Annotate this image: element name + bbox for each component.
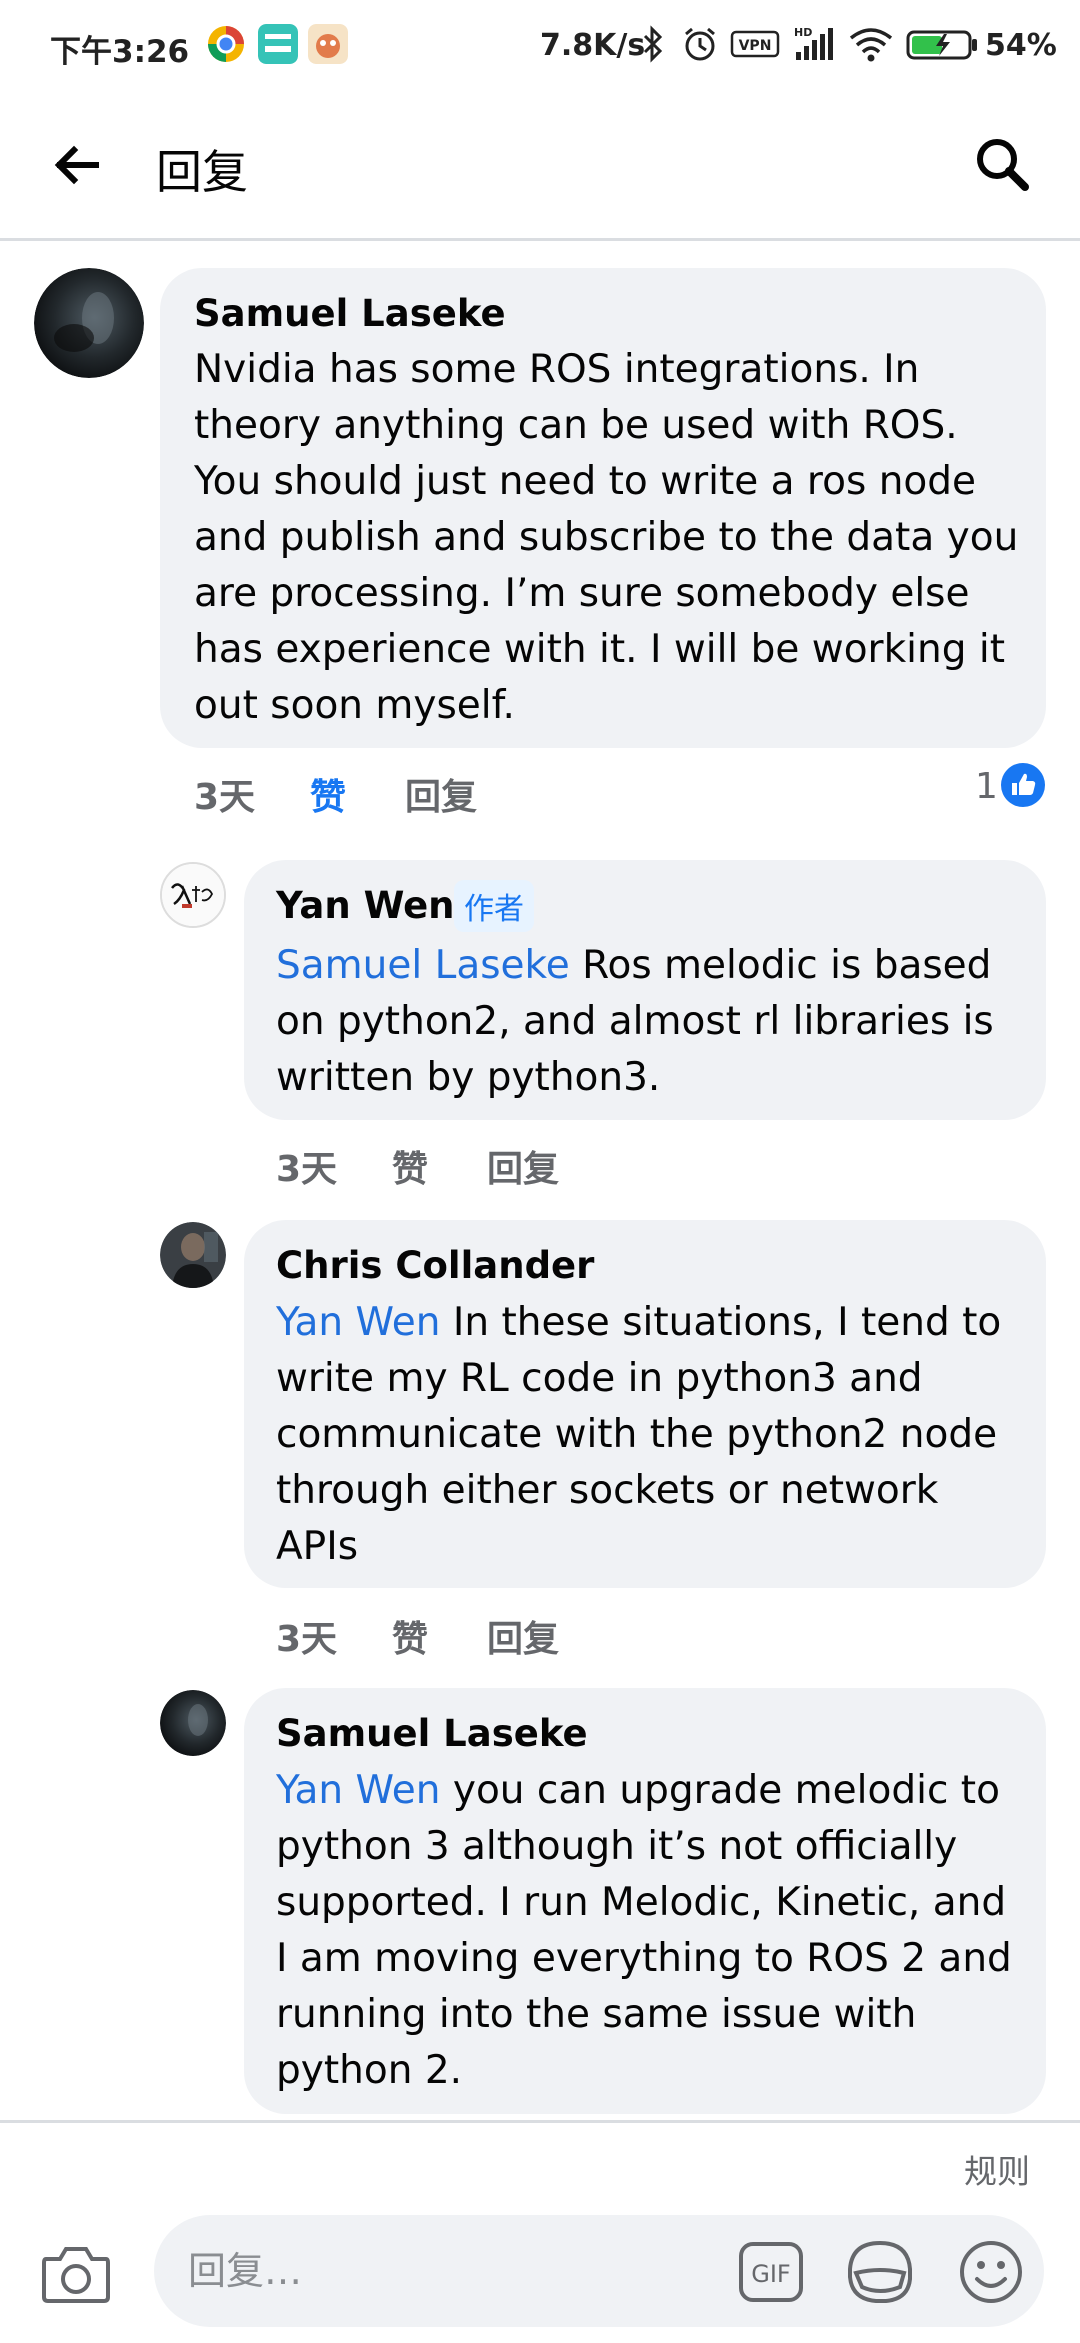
battery-icon <box>906 30 977 60</box>
like-button[interactable]: 赞 <box>392 1140 428 1192</box>
signal-icon: HD <box>794 26 833 60</box>
author-badge: 作者 <box>454 880 534 932</box>
sticker-icon[interactable] <box>846 2239 914 2305</box>
status-bar: 下午3:26 7.8K/s VPN HD 54% <box>0 0 1080 92</box>
comment-text: Yan Wen In these situations, I tend to w… <box>276 1295 1026 1575</box>
gif-icon[interactable]: GIF <box>738 2241 804 2303</box>
camera-icon[interactable] <box>40 2241 112 2305</box>
avatar[interactable] <box>160 862 226 928</box>
back-arrow-icon[interactable] <box>52 140 102 190</box>
reply-button[interactable]: 回复 <box>405 768 477 820</box>
browser-app-icon <box>208 26 244 62</box>
comment-author[interactable]: Chris Collander <box>276 1244 594 1287</box>
comment-time: 3天 <box>194 777 256 818</box>
mention-link[interactable]: Yan Wen <box>276 1768 440 1813</box>
avatar[interactable] <box>160 1690 226 1756</box>
game-app-icon <box>308 24 348 64</box>
comment-time: 3天 <box>276 1149 338 1190</box>
comment-text: Nvidia has some ROS integrations. In the… <box>194 347 1019 728</box>
like-button[interactable]: 赞 <box>310 768 346 820</box>
svg-text:VPN: VPN <box>739 38 772 54</box>
page-title: 回复 <box>156 145 248 199</box>
comment-author[interactable]: Samuel Laseke <box>276 1712 588 1755</box>
network-speed: 7.8K/s <box>540 28 646 63</box>
avatar-image <box>162 864 224 926</box>
comment-text: Samuel Laseke Ros melodic is based on py… <box>276 938 1026 1106</box>
reply-button[interactable]: 回复 <box>487 1140 559 1192</box>
bluetooth-icon <box>643 25 663 63</box>
comment-text-body: you can upgrade melodic to python 3 alth… <box>276 1768 1012 2093</box>
app-bar: 回复 <box>0 92 1080 241</box>
boss-app-icon <box>258 24 298 64</box>
alarm-icon <box>685 27 715 61</box>
avatar-image <box>34 268 144 378</box>
gif-label: GIF <box>751 2260 790 2288</box>
reply-button[interactable]: 回复 <box>487 1610 559 1662</box>
mention-link[interactable]: Samuel Laseke <box>276 943 570 988</box>
svg-text:HD: HD <box>794 26 812 39</box>
like-button[interactable]: 赞 <box>392 1610 428 1662</box>
avatar[interactable] <box>34 268 144 378</box>
comment-text: Yan Wen you can upgrade melodic to pytho… <box>276 1763 1026 2099</box>
search-icon[interactable] <box>972 134 1032 194</box>
wifi-icon <box>849 28 893 62</box>
comment-author[interactable]: Samuel Laseke <box>194 292 506 335</box>
vpn-icon: VPN <box>730 30 780 58</box>
battery-percent: 54% <box>985 28 1057 63</box>
comment-author[interactable]: Yan Wen <box>276 884 455 927</box>
avatar[interactable] <box>160 1222 226 1288</box>
rules-link[interactable]: 规则 <box>964 2145 1030 2193</box>
avatar-image <box>160 1222 226 1288</box>
reply-composer: 规则 GIF <box>0 2120 1080 2343</box>
emoji-icon[interactable] <box>958 2239 1024 2305</box>
status-time: 下午3:26 <box>50 34 190 70</box>
comment-time: 3天 <box>276 1619 338 1660</box>
thumbs-up-icon[interactable] <box>1000 762 1046 808</box>
avatar-image <box>160 1690 226 1756</box>
reaction-count[interactable]: 1 <box>975 766 998 807</box>
mention-link[interactable]: Yan Wen <box>276 1300 440 1345</box>
